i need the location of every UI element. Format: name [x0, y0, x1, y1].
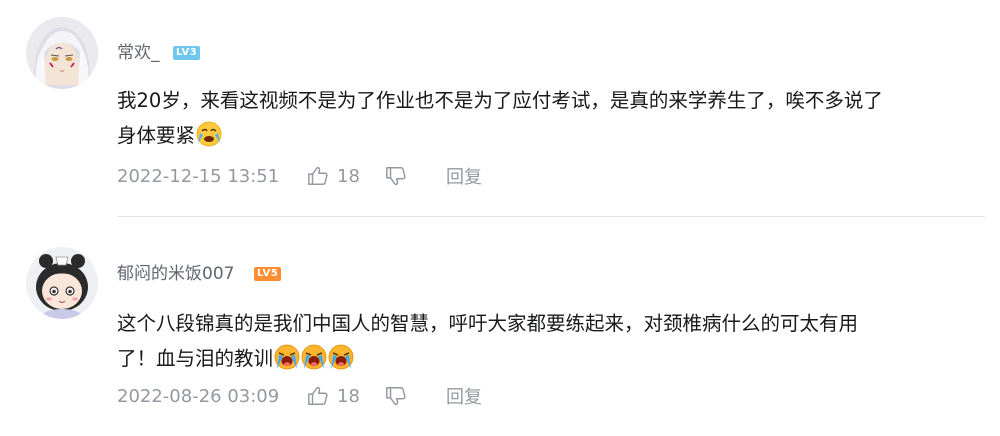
dislike-button[interactable] — [385, 385, 407, 407]
comment-item: 郁闷的米饭007 LV5 这个八段锦真的是我们中国人的智慧，呼吁大家都要练起来，… — [0, 217, 1000, 436]
comment-text: 了！血与泪的教训 — [117, 347, 274, 370]
like-count: 18 — [337, 385, 360, 407]
thumbs-up-icon — [308, 386, 328, 405]
comment-content: 这个八段锦真的是我们中国人的智慧，呼吁大家都要练起来，对颈椎病什么的可太有用 了… — [117, 306, 997, 376]
level-badge: LV3 — [173, 46, 201, 60]
dislike-button[interactable] — [385, 165, 407, 187]
comment-meta: 2022-08-26 03:09 18 回复 — [117, 383, 482, 409]
username[interactable]: 常欢_ — [117, 42, 160, 64]
avatar-image-cartoon-girl — [26, 247, 98, 319]
crying-emoji-icon — [196, 121, 222, 147]
comment-time: 2022-08-26 03:09 — [117, 385, 280, 407]
like-button[interactable]: 18 — [307, 165, 363, 187]
loud-crying-emoji-icon — [328, 344, 354, 370]
avatar-image-silver-hair — [26, 17, 98, 89]
comment-text-line: 了！血与泪的教训 — [117, 341, 997, 376]
comment-item: 常欢_ LV3 我20岁，来看这视频不是为了作业也不是为了应付考试，是真的来学养… — [0, 0, 1000, 216]
like-button[interactable]: 18 — [307, 385, 363, 407]
comment-meta: 2022-12-15 13:51 18 回复 — [117, 163, 482, 189]
level-badge: LV5 — [254, 267, 282, 281]
comment-content: 我20岁，来看这视频不是为了作业也不是为了应付考试，是真的来学养生了，唉不多说了… — [117, 83, 997, 153]
comment-text-line: 这个八段锦真的是我们中国人的智慧，呼吁大家都要练起来，对颈椎病什么的可太有用 — [117, 312, 859, 335]
comment-time: 2022-12-15 13:51 — [117, 165, 280, 187]
reply-button[interactable]: 回复 — [446, 383, 482, 409]
username[interactable]: 郁闷的米饭007 — [117, 263, 234, 285]
thumbs-down-icon — [386, 387, 406, 406]
loud-crying-emoji-icon — [301, 344, 327, 370]
reply-button[interactable]: 回复 — [446, 163, 482, 189]
thumbs-up-icon — [308, 166, 328, 185]
avatar[interactable] — [26, 17, 98, 89]
comment-text-line: 我20岁，来看这视频不是为了作业也不是为了应付考试，是真的来学养生了，唉不多说了 — [117, 89, 883, 112]
like-count: 18 — [337, 165, 360, 187]
comment-text: 身体要紧 — [117, 124, 196, 147]
comment-text-line: 身体要紧 — [117, 118, 997, 153]
avatar[interactable] — [26, 247, 98, 319]
loud-crying-emoji-icon — [274, 344, 300, 370]
thumbs-down-icon — [386, 167, 406, 186]
